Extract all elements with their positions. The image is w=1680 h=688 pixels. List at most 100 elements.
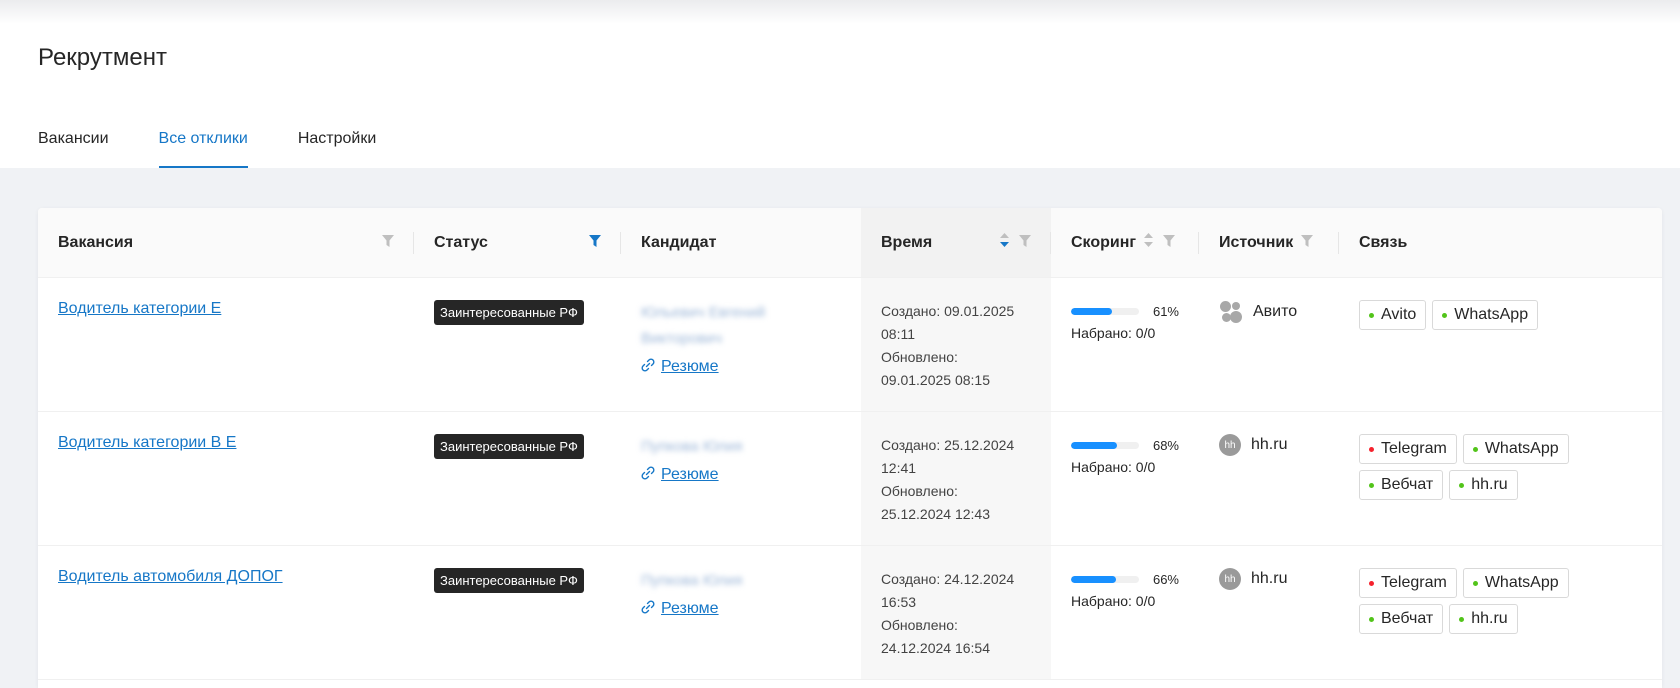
cell-candidate: Пупкова Юлия Резюме (621, 411, 861, 546)
sort-descending-icon[interactable] (1000, 233, 1009, 252)
link-icon (641, 358, 655, 376)
score-collected: Набрано: 0/0 (1071, 459, 1156, 475)
column-header-contact: Связь (1339, 208, 1662, 278)
column-header-scoring[interactable]: Скоринг (1051, 208, 1199, 278)
tab-settings[interactable]: Настройки (298, 130, 376, 168)
resume-link-wrap: Резюме (641, 600, 841, 618)
cell-contact: Telegram WhatsApp Вебчат hh.ru (1339, 545, 1662, 680)
updated-label: Обновлено: (881, 483, 958, 499)
candidate-name[interactable]: Юльевич Евгений Викторович (641, 300, 841, 352)
score-progress-fill (1071, 442, 1118, 449)
cell-candidate: Пупкова Юлия Резюме (621, 545, 861, 680)
filter-icon[interactable] (382, 234, 394, 252)
resume-link-wrap: Резюме (641, 358, 841, 376)
contact-channel-chip[interactable]: Avito (1359, 300, 1427, 330)
tab-all-responses[interactable]: Все отклики (158, 130, 249, 168)
resume-link[interactable]: Резюме (661, 466, 719, 484)
contact-channel-chip[interactable]: WhatsApp (1462, 568, 1569, 598)
filter-icon[interactable] (1301, 234, 1314, 252)
chip-label: WhatsApp (1484, 440, 1559, 457)
contact-channel-chip[interactable]: WhatsApp (1432, 300, 1539, 330)
cell-scoring: 68% Набрано: 0/0 (1051, 411, 1199, 546)
filter-icon[interactable] (1019, 234, 1031, 252)
cell-scoring: 61% Набрано: 0/0 (1051, 277, 1199, 412)
cell-source: hh hh.ru (1199, 411, 1339, 546)
score-progress-bar (1071, 442, 1139, 449)
created-time: 08:11 (881, 326, 915, 342)
contact-channel-chip[interactable]: Вебчат (1359, 604, 1444, 634)
cell-candidate: Юльевич Евгений Викторович Резюме (621, 277, 861, 412)
link-icon (641, 600, 655, 618)
contact-channel-chip[interactable]: Telegram (1359, 568, 1457, 598)
sort-icon[interactable] (1144, 233, 1154, 252)
contact-channel-chip[interactable]: Вебчат (1359, 470, 1444, 500)
contact-channels: Avito WhatsApp (1359, 300, 1589, 330)
contact-channel-chip[interactable]: WhatsApp (1462, 434, 1569, 464)
source-name: Авито (1253, 303, 1298, 320)
vacancy-link[interactable]: Водитель категории В Е (58, 434, 236, 451)
cell-status: Заинтересованные РФ (414, 411, 621, 546)
status-dot-icon (1369, 312, 1374, 318)
resume-link[interactable]: Резюме (661, 600, 719, 618)
column-title: Время (881, 233, 933, 251)
score-percent: 68% (1152, 438, 1179, 453)
contact-channel-chip[interactable]: Telegram (1359, 434, 1457, 464)
cell-vacancy: Водитель автомобиля ДОПОГ (38, 545, 414, 680)
column-title: Скоринг (1071, 233, 1137, 251)
table-row: Водитель категории В Е Заинтересованные … (38, 411, 1662, 546)
chip-label: hh.ru (1471, 610, 1508, 627)
score-progress-bar (1071, 308, 1139, 315)
column-header-candidate: Кандидат (621, 208, 861, 278)
cell-time: Создано: 24.12.2024 16:53 Обновлено: 24.… (861, 545, 1051, 680)
column-header-time[interactable]: Время (861, 208, 1051, 278)
updated-label: Обновлено: (881, 617, 958, 633)
chip-label: Telegram (1381, 440, 1447, 457)
status-dot-icon (1369, 446, 1374, 452)
contact-channel-chip[interactable]: hh.ru (1449, 604, 1518, 634)
hh-icon: hh (1219, 568, 1241, 590)
cell-vacancy: Водитель категории В Е (38, 411, 414, 546)
filter-active-icon[interactable] (589, 234, 601, 252)
status-dot-icon (1459, 616, 1465, 622)
score-percent: 61% (1152, 304, 1179, 319)
page-title: Рекрутмент (38, 44, 167, 71)
hh-icon: hh (1219, 434, 1241, 456)
status-dot-icon (1472, 446, 1478, 452)
vacancy-link[interactable]: Водитель автомобиля ДОПОГ (58, 568, 283, 585)
chip-label: Telegram (1381, 574, 1447, 591)
avito-icon (1219, 300, 1243, 324)
status-dot-icon (1472, 580, 1478, 586)
score-progress-fill (1071, 576, 1116, 583)
contact-channel-chip[interactable]: hh.ru (1449, 470, 1518, 500)
filter-icon[interactable] (1163, 234, 1176, 252)
cell-source: hh hh.ru (1199, 545, 1339, 680)
cell-status: Заинтересованные РФ (414, 545, 621, 680)
chip-label: Вебчат (1381, 476, 1434, 493)
created-date: Создано: 24.12.2024 (881, 571, 1015, 587)
status-dot-icon (1369, 482, 1374, 488)
candidate-name[interactable]: Пупкова Юлия (641, 568, 743, 594)
created-date: Создано: 09.01.2025 (881, 303, 1015, 319)
responses-table-card: Вакансия Статус Кандидат Время Скоринг И… (38, 208, 1662, 688)
chip-label: Вебчат (1381, 610, 1434, 627)
status-dot-icon (1369, 616, 1374, 622)
updated-date: 09.01.2025 08:15 (881, 372, 990, 388)
column-title: Источник (1219, 233, 1294, 251)
created-time: 12:41 (881, 460, 917, 476)
resume-link[interactable]: Резюме (661, 358, 719, 376)
vacancy-link[interactable]: Водитель категории Е (58, 300, 221, 317)
score-progress-fill (1071, 308, 1113, 315)
source-name: hh.ru (1251, 570, 1288, 587)
tab-vacancies[interactable]: Вакансии (38, 130, 109, 168)
resume-link-wrap: Резюме (641, 466, 841, 484)
updated-label: Обновлено: (881, 349, 958, 365)
updated-date: 24.12.2024 16:54 (881, 640, 990, 656)
candidate-name[interactable]: Пупкова Юлия (641, 434, 743, 460)
column-title: Статус (434, 233, 488, 251)
created-time: 16:53 (881, 594, 917, 610)
score-collected: Набрано: 0/0 (1071, 325, 1156, 341)
column-header-status: Статус (414, 208, 621, 278)
responses-table: Вакансия Статус Кандидат Время Скоринг И… (38, 208, 1662, 680)
table-header-row: Вакансия Статус Кандидат Время Скоринг И… (38, 208, 1662, 278)
status-dot-icon (1459, 482, 1465, 488)
